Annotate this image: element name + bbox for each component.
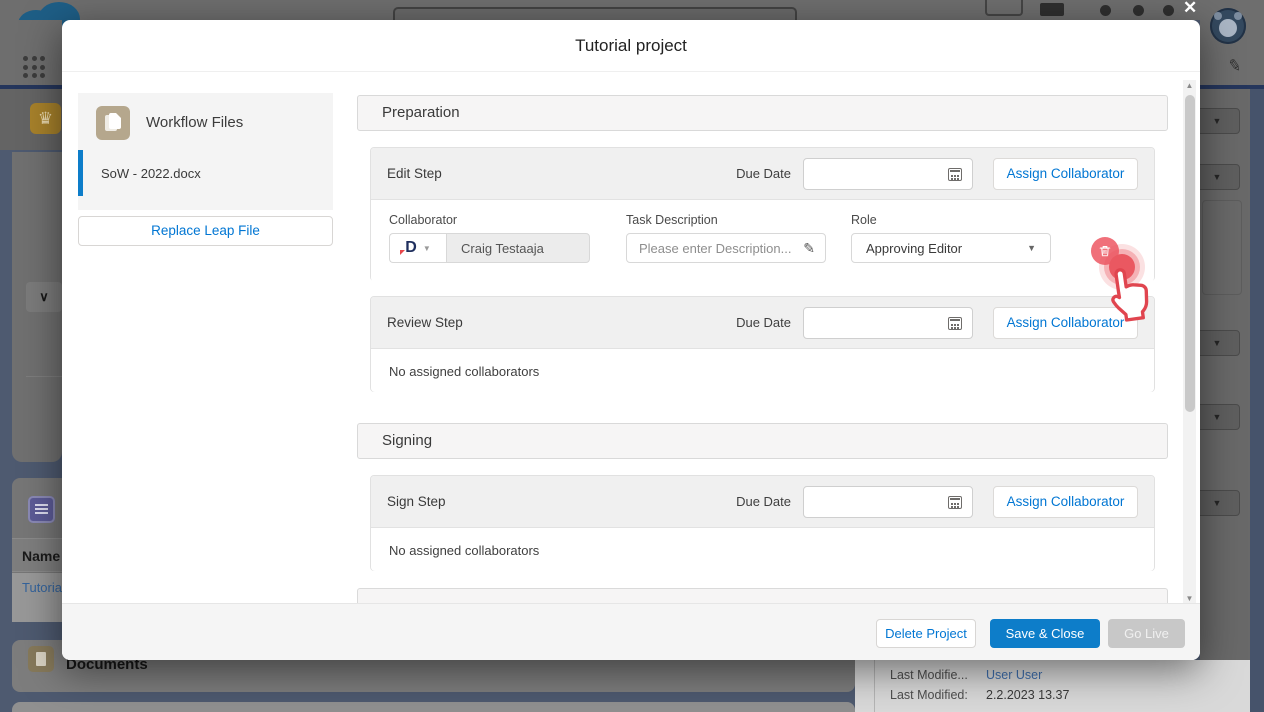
background-picklist: ▼ (1194, 164, 1240, 190)
section-header-signing: Signing (357, 423, 1168, 459)
scroll-up-arrow[interactable]: ▲ (1183, 80, 1196, 92)
close-icon[interactable]: ✕ (1183, 0, 1197, 18)
page-background-strip (0, 150, 12, 712)
trash-icon (1098, 244, 1112, 258)
workflow-file-item[interactable]: SoW - 2022.docx (78, 150, 333, 196)
collaborator-label: Collaborator (389, 213, 457, 227)
last-modified-by-label: Last Modifie... (890, 668, 968, 682)
background-card-edge (12, 702, 855, 712)
sign-step-card: Sign Step Due Date Assign Collaborator N… (370, 475, 1155, 571)
last-modified-label: Last Modified: (890, 688, 968, 702)
related-list-icon (28, 496, 55, 523)
header-toolbar-icon (1040, 3, 1064, 16)
calendar-icon (948, 317, 962, 330)
chevron-down-icon: ▼ (1027, 243, 1036, 253)
background-picklist: ▼ (1194, 490, 1240, 516)
role-select[interactable]: Approving Editor ▼ (851, 233, 1051, 263)
chevron-down-icon: ▼ (423, 244, 431, 253)
role-label: Role (851, 213, 877, 227)
collaborator-source-dropdown[interactable]: D ▼ (389, 233, 446, 263)
table-row-link: Tutoria (12, 573, 62, 622)
review-step-card: Review Step Due Date Assign Collaborator… (370, 296, 1155, 392)
pencil-icon[interactable]: ✎ (803, 240, 815, 257)
modal-title: Tutorial project (62, 20, 1200, 72)
calendar-icon (948, 496, 962, 509)
workflow-files-title: Workflow Files (146, 114, 243, 131)
due-date-input[interactable] (803, 307, 973, 339)
next-section-partial (357, 588, 1168, 603)
divider (874, 660, 875, 712)
workflow-files-panel: Workflow Files SoW - 2022.docx (78, 93, 333, 210)
collaborator-name-input[interactable] (446, 233, 590, 263)
due-date-input[interactable] (803, 486, 973, 518)
section-header-preparation: Preparation (357, 95, 1168, 131)
task-description-label: Task Description (626, 213, 718, 227)
step-name: Review Step (387, 315, 736, 330)
scrollbar-thumb[interactable] (1185, 95, 1195, 412)
background-field-outline (1202, 200, 1242, 295)
hand-cursor-icon (1100, 263, 1152, 325)
document-file-icon (28, 646, 54, 672)
task-description-input[interactable] (627, 241, 803, 256)
table-name-header: Name (12, 538, 62, 572)
delete-project-button[interactable]: Delete Project (876, 619, 976, 648)
assign-collaborator-button[interactable]: Assign Collaborator (993, 486, 1138, 518)
go-live-button[interactable]: Go Live (1108, 619, 1185, 648)
role-value: Approving Editor (866, 241, 962, 256)
app-crown-icon: ♛ (30, 103, 61, 134)
due-date-label: Due Date (736, 315, 791, 330)
no-collaborators-text: No assigned collaborators (371, 349, 1154, 379)
divider (26, 376, 62, 377)
workflow-files-icon (96, 106, 130, 140)
edit-step-card: Edit Step Due Date Assign Collaborator C… (370, 147, 1155, 281)
calendar-icon (948, 168, 962, 181)
user-avatar (1210, 8, 1246, 44)
docue-logo-icon: D (405, 240, 417, 256)
setup-gear-icon (1133, 5, 1144, 16)
section-chevron-down-icon: ∨ (26, 282, 62, 312)
due-date-label: Due Date (736, 166, 791, 181)
no-collaborators-text: No assigned collaborators (371, 528, 1154, 558)
tutorial-project-modal: Tutorial project Workflow Files SoW - 20… (62, 20, 1200, 660)
favorites-button (985, 0, 1023, 16)
notifications-bell-icon (1163, 5, 1174, 16)
step-name: Sign Step (387, 494, 736, 509)
step-name: Edit Step (387, 166, 736, 181)
background-picklist: ▼ (1194, 108, 1240, 134)
due-date-label: Due Date (736, 494, 791, 509)
save-and-close-button[interactable]: Save & Close (990, 619, 1100, 648)
last-modified-by-link: User User (986, 668, 1042, 682)
task-description-field: ✎ (626, 233, 826, 263)
assign-collaborator-button[interactable]: Assign Collaborator (993, 158, 1138, 190)
page-background-strip (1250, 89, 1264, 712)
help-icon (1100, 5, 1111, 16)
app-launcher-icon (23, 56, 45, 78)
replace-leap-file-button[interactable]: Replace Leap File (78, 216, 333, 246)
modal-scrollbar[interactable]: ▲ ▼ (1183, 80, 1196, 605)
modal-footer: Delete Project Save & Close Go Live (62, 603, 1200, 660)
last-modified-value: 2.2.2023 13.37 (986, 688, 1069, 702)
background-picklist: ▼ (1194, 404, 1240, 430)
due-date-input[interactable] (803, 158, 973, 190)
background-picklist: ▼ (1194, 330, 1240, 356)
